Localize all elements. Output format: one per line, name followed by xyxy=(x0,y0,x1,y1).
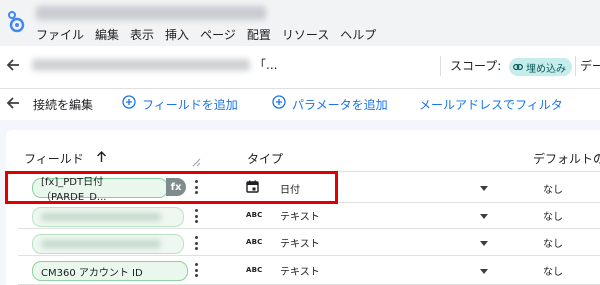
default-aggregation-value[interactable]: なし xyxy=(543,263,563,278)
menu-arrange[interactable]: 配置 xyxy=(247,26,271,43)
field-chip-redacted[interactable] xyxy=(32,207,184,227)
field-type-value: テキスト xyxy=(280,267,320,278)
scope-label: スコープ: xyxy=(450,59,502,73)
menu-page[interactable]: ページ xyxy=(200,26,236,43)
menu-view[interactable]: 表示 xyxy=(130,26,154,43)
scope-chip-label: 埋め込み xyxy=(526,63,566,75)
menu-file[interactable]: ファイル xyxy=(36,26,84,43)
add-parameter-button[interactable]: パラメータを追加 xyxy=(292,96,388,113)
text-type-abc-icon: ABC xyxy=(246,238,263,246)
row-divider xyxy=(18,228,600,229)
menu-insert[interactable]: 挿入 xyxy=(165,26,189,43)
divider xyxy=(440,56,441,76)
data-credentials-label: デー xyxy=(580,59,600,73)
back-arrow-icon[interactable] xyxy=(4,94,22,112)
looker-studio-logo-icon[interactable] xyxy=(7,11,25,33)
datasource-name-suffix: 「... xyxy=(254,58,278,72)
more-vert-icon[interactable] xyxy=(193,263,199,277)
menu-edit[interactable]: 編集 xyxy=(95,26,119,43)
menu-resources[interactable]: リソース xyxy=(282,26,329,43)
column-header-default[interactable]: デフォルトの xyxy=(533,150,600,167)
text-type-abc-icon: ABC xyxy=(246,266,263,274)
default-aggregation-value[interactable]: なし xyxy=(543,208,563,223)
field-chip[interactable]: CM360 アカウント ID xyxy=(32,261,188,281)
app-bar: ファイル 編集 表示 挿入 ページ 配置 リソース ヘルプ xyxy=(0,0,600,46)
field-type-value: テキスト xyxy=(280,212,320,223)
column-header-type[interactable]: タイプ xyxy=(247,150,283,167)
filter-by-email-button[interactable]: メールアドレスでフィルタ xyxy=(419,96,563,113)
column-header-field[interactable]: フィールド xyxy=(24,150,84,167)
back-arrow-icon[interactable] xyxy=(4,56,22,74)
text-type-abc-icon: ABC xyxy=(246,211,263,219)
type-dropdown-caret-icon[interactable] xyxy=(480,214,488,219)
column-resize-icon[interactable] xyxy=(192,158,201,167)
default-aggregation-value[interactable]: なし xyxy=(543,181,563,196)
field-name: CM360 アカウント ID xyxy=(41,267,143,279)
menu-help[interactable]: ヘルプ xyxy=(340,26,376,43)
field-chip-redacted[interactable] xyxy=(32,234,184,254)
default-aggregation-value[interactable]: なし xyxy=(543,235,563,250)
more-vert-icon[interactable] xyxy=(193,236,199,250)
more-vert-icon[interactable] xyxy=(193,209,199,223)
highlight-box xyxy=(5,171,338,204)
add-circle-icon xyxy=(272,95,286,109)
report-title-redacted xyxy=(36,6,266,20)
type-dropdown-caret-icon[interactable] xyxy=(480,269,488,274)
scope-chip[interactable]: 埋め込み xyxy=(509,58,572,76)
type-dropdown-caret-icon[interactable] xyxy=(480,186,488,191)
datasource-name-redacted xyxy=(32,59,250,71)
add-field-button[interactable]: フィールドを追加 xyxy=(142,96,238,113)
menu-bar: ファイル 編集 表示 挿入 ページ 配置 リソース ヘルプ xyxy=(36,26,387,43)
type-dropdown-caret-icon[interactable] xyxy=(480,241,488,246)
sort-ascending-icon[interactable] xyxy=(95,150,108,163)
add-circle-icon xyxy=(122,95,136,109)
divider xyxy=(575,56,576,76)
link-icon xyxy=(513,63,523,71)
edit-connection-button[interactable]: 接続を編集 xyxy=(33,96,93,113)
row-divider xyxy=(18,255,600,256)
field-type-value: テキスト xyxy=(280,239,320,250)
